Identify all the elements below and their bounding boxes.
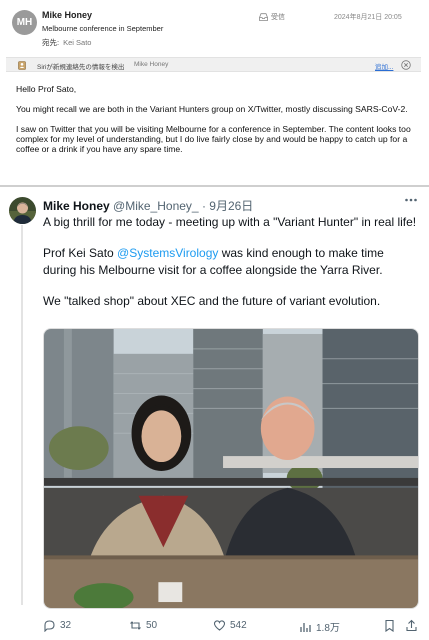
close-circle-icon[interactable] (401, 60, 411, 70)
mailbox-name: 受信 (271, 14, 285, 21)
tweet-actions: 32 50 542 1.8万 (43, 619, 423, 635)
email-subject: Melbourne conference in September (42, 24, 164, 33)
reply-button[interactable]: 32 (43, 619, 71, 632)
views-count: 1.8万 (316, 623, 340, 634)
contact-card-icon (18, 61, 26, 70)
recipient-label: 宛先: (42, 38, 60, 47)
email-paragraph: I saw on Twitter that you will be visiti… (16, 124, 411, 154)
share-icon (406, 619, 417, 632)
share-button[interactable] (405, 619, 418, 632)
avatar[interactable] (9, 197, 36, 224)
recipient-name[interactable]: Kei Sato (63, 38, 91, 47)
email-body: Hello Prof Sato, You might recall we are… (16, 84, 416, 164)
tweet-author-handle[interactable]: @Mike_Honey_ (113, 199, 199, 213)
tweet-header: Mike Honey @Mike_Honey_ · 9月26日 (43, 197, 253, 214)
more-icon[interactable] (404, 197, 418, 203)
tweet-text: A big thrill for me today - meeting up w… (43, 214, 419, 324)
sender-avatar[interactable]: MH (12, 10, 37, 35)
bookmark-button[interactable] (383, 619, 396, 632)
reply-icon (44, 620, 55, 632)
tweet-paragraph: We "talked shop" about XEC and the futur… (43, 294, 381, 308)
tweet-card: Mike Honey @Mike_Honey_ · 9月26日 A big th… (0, 187, 429, 640)
views-icon (300, 623, 311, 632)
mailbox-indicator: 受信 (259, 12, 285, 22)
add-contact-link[interactable]: 追加... (375, 61, 393, 71)
siri-contact-name: Mike Honey (134, 61, 169, 68)
email-view: MH Mike Honey Melbourne conference in Se… (0, 0, 429, 184)
sender-name[interactable]: Mike Honey (42, 10, 92, 20)
tweet-text-segment: Prof Kei Sato (43, 246, 118, 260)
tweet-photo[interactable] (43, 328, 419, 609)
retweet-icon (130, 621, 141, 630)
reply-count: 32 (60, 620, 72, 631)
like-count: 542 (230, 620, 247, 631)
inbox-icon (259, 13, 268, 21)
siri-suggestion-text: Siriが新規連絡先の情報を検出 (37, 64, 125, 71)
email-header: MH Mike Honey Melbourne conference in Se… (0, 0, 429, 52)
tweet-separator: · (201, 199, 206, 213)
heart-icon (213, 620, 226, 631)
email-paragraph: You might recall we are both in the Vari… (16, 104, 408, 114)
siri-suggestion-bar: Siriが新規連絡先の情報を検出 Mike Honey 追加... (6, 57, 421, 72)
tweet-paragraph: A big thrill for me today - meeting up w… (43, 215, 417, 229)
retweet-count: 50 (146, 620, 158, 631)
email-greeting: Hello Prof Sato, (16, 84, 77, 94)
mention-link[interactable]: @SystemsVirology (117, 246, 218, 260)
recipient-line: 宛先: Kei Sato (42, 37, 91, 48)
like-button[interactable]: 542 (213, 619, 247, 632)
tweet-author-name[interactable]: Mike Honey (43, 199, 110, 213)
tweet-date[interactable]: 9月26日 (209, 199, 253, 213)
views-button[interactable]: 1.8万 (299, 619, 340, 634)
retweet-button[interactable]: 50 (129, 619, 157, 632)
tweet-paragraph: Prof Kei Sato @SystemsVirology was kind … (43, 245, 419, 279)
email-date: 2024年8月21日 20:05 (334, 14, 402, 21)
thread-line (21, 225, 23, 605)
bookmark-icon (385, 619, 394, 632)
